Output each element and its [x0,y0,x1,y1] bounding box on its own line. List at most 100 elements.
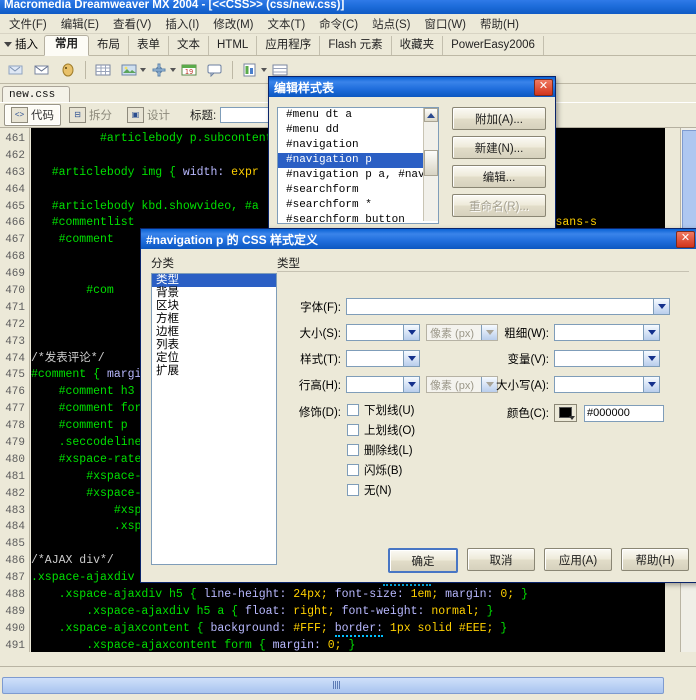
menu-item-6[interactable]: 命令(C) [312,14,365,34]
cancel-button[interactable]: 取消 [467,548,535,571]
toolbar-separator [85,60,86,79]
insert-tab-1[interactable]: 布局 [89,36,129,55]
media-dropdown-caret-icon[interactable] [170,67,176,72]
close-icon[interactable]: ✕ [534,78,553,96]
style-list-item[interactable]: #navigation p a, #nav [278,168,438,183]
insert-tab-6[interactable]: Flash 元素 [320,36,392,55]
ok-button[interactable]: 确定 [388,548,458,573]
view-button-0[interactable]: <> 代码 [4,104,61,126]
anchor-icon[interactable] [56,58,80,82]
decoration-option-2[interactable]: 删除线(L) [347,442,413,458]
view-button-1[interactable]: ⊟ 拆分 [62,104,119,126]
checkbox-icon[interactable] [347,464,359,476]
decoration-option-4[interactable]: 无(N) [347,482,391,498]
category-item-7[interactable]: 扩展 [152,365,276,378]
template-icon[interactable] [238,58,262,82]
category-item-5[interactable]: 列表 [152,339,276,352]
style-list-item[interactable]: #searchform * [278,198,438,213]
category-item-0[interactable]: 类型 [152,274,276,287]
category-item-2[interactable]: 区块 [152,300,276,313]
category-item-3[interactable]: 方框 [152,313,276,326]
insert-tab-5[interactable]: 应用程序 [257,36,321,55]
edit-button[interactable]: 编辑... [452,165,546,188]
chevron-down-icon[interactable] [403,351,419,366]
checkbox-icon[interactable] [347,484,359,496]
insert-bar-toggle[interactable]: 插入 [0,36,44,55]
style-list-scrollbar[interactable] [423,108,438,221]
code-line[interactable]: .xspace-ajaxdiv h5 a { float: right; fon… [31,604,665,621]
table-icon[interactable] [91,58,115,82]
help-button[interactable]: 帮助(H) [621,548,689,571]
color-hex-input[interactable] [584,404,664,422]
code-line[interactable]: .xspace-ajaxcontent form { margin: 0; } [31,638,665,652]
style-list-item[interactable]: #menu dt a [278,108,438,123]
style-list-scroll-thumb[interactable] [424,150,438,176]
close-icon[interactable]: ✕ [676,230,695,248]
color-swatch-button[interactable] [554,404,577,422]
insert-tab-3[interactable]: 文本 [169,36,209,55]
lineheight-select[interactable] [346,376,420,393]
chevron-down-icon[interactable] [643,351,659,366]
scroll-up-arrow-icon[interactable] [424,108,438,122]
size-unit-select[interactable]: 像素 (px) [426,324,498,341]
menu-item-2[interactable]: 查看(V) [106,14,158,34]
template-dropdown-caret-icon[interactable] [261,67,267,72]
chevron-down-icon[interactable] [403,325,419,340]
style-select[interactable] [346,350,420,367]
style-list[interactable]: #menu dt a #menu dd #navigation #navigation… [277,107,439,224]
date-icon[interactable]: 19 [177,58,201,82]
insert-tab-4[interactable]: HTML [209,36,258,55]
code-horizontal-scroll-row[interactable] [0,652,696,666]
decoration-option-1[interactable]: 上划线(O) [347,422,415,438]
code-line[interactable]: .xspace-ajaxcontent { background: #FFF; … [31,621,665,638]
style-list-item[interactable]: #menu dd [278,123,438,138]
menu-item-8[interactable]: 窗口(W) [417,14,473,34]
menu-item-0[interactable]: 文件(F) [2,14,54,34]
menu-item-3[interactable]: 插入(I) [158,14,206,34]
category-item-6[interactable]: 定位 [152,352,276,365]
case-select[interactable] [554,376,660,393]
image-icon[interactable] [117,58,141,82]
email-link-icon[interactable] [30,58,54,82]
category-list[interactable]: 类型 背景 区块 方框 边框 列表 定位 扩展 [151,273,277,565]
document-tab-new-css[interactable]: new.css [2,86,71,103]
attach-button[interactable]: 附加(A)... [452,107,546,130]
menu-item-5[interactable]: 文本(T) [260,14,312,34]
chevron-down-icon[interactable] [403,377,419,392]
checkbox-icon[interactable] [347,424,359,436]
insert-tab-7[interactable]: 收藏夹 [392,36,444,55]
style-list-item[interactable]: #navigation [278,138,438,153]
hyperlink-icon[interactable] [4,58,28,82]
menu-item-7[interactable]: 站点(S) [365,14,417,34]
style-list-item[interactable]: #searchform [278,183,438,198]
window-horizontal-scrollbar[interactable] [2,677,664,694]
style-list-item[interactable]: #navigation p [278,153,438,168]
chevron-down-icon[interactable] [643,325,659,340]
insert-tab-2[interactable]: 表单 [129,36,169,55]
decoration-option-0[interactable]: 下划线(U) [347,402,414,418]
decoration-option-3[interactable]: 闪烁(B) [347,462,402,478]
new-button[interactable]: 新建(N)... [452,136,546,159]
menu-item-4[interactable]: 修改(M) [206,14,260,34]
media-flash-icon[interactable] [147,58,171,82]
insert-tab-8[interactable]: PowerEasy2006 [443,36,544,55]
checkbox-icon[interactable] [347,444,359,456]
weight-select[interactable] [554,324,660,341]
font-select[interactable] [346,298,670,315]
insert-tab-0[interactable]: 常用 [44,35,89,56]
category-item-1[interactable]: 背景 [152,287,276,300]
size-select[interactable] [346,324,420,341]
style-list-item[interactable]: #searchform button [278,213,438,223]
menu-item-1[interactable]: 编辑(E) [54,14,106,34]
view-button-2[interactable]: ▣ 设计 [120,104,177,126]
category-item-4[interactable]: 边框 [152,326,276,339]
image-dropdown-caret-icon[interactable] [140,67,146,72]
chevron-down-icon[interactable] [643,377,659,392]
menu-item-9[interactable]: 帮助(H) [473,14,526,34]
comment-icon[interactable] [203,58,227,82]
code-line[interactable]: .xspace-ajaxdiv h5 { line-height: 24px; … [31,587,665,604]
variant-select[interactable] [554,350,660,367]
chevron-down-icon[interactable] [653,299,669,314]
apply-button[interactable]: 应用(A) [544,548,612,571]
checkbox-icon[interactable] [347,404,359,416]
